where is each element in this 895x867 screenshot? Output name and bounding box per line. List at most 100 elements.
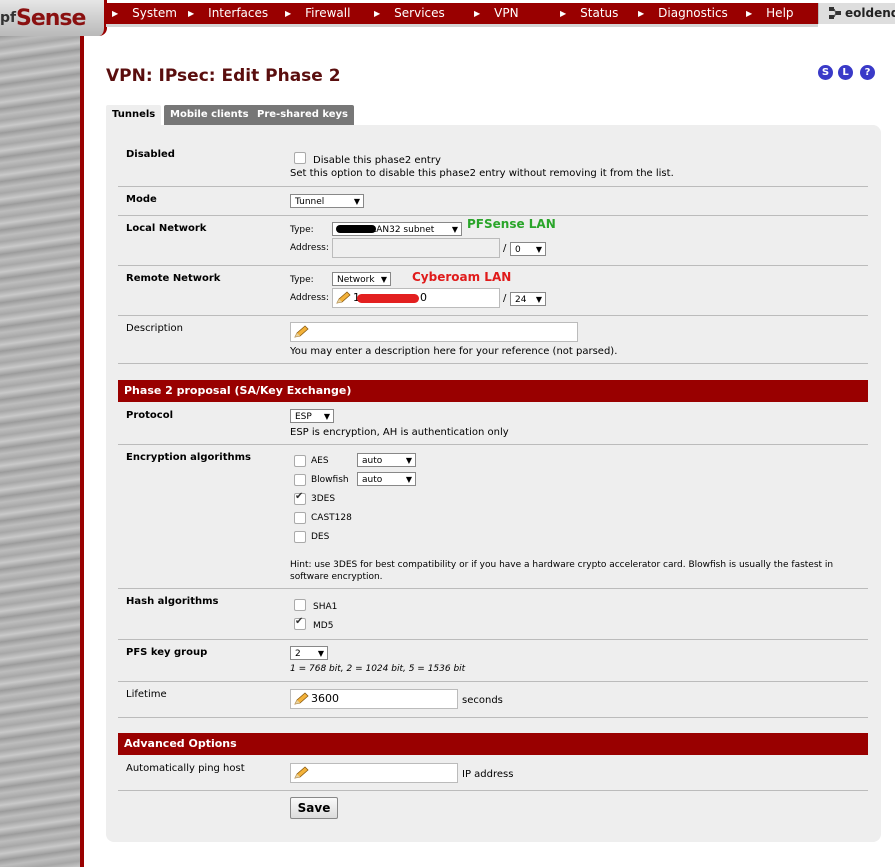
decorative-sidebar [0,36,80,867]
protocol-hint: ESP is encryption, AH is authentication … [290,427,509,438]
help-icon[interactable]: ? [860,65,875,80]
3des-label: 3DES [311,494,336,504]
local-mask-select[interactable]: 0 ▼ [510,242,546,256]
remote-mask-select[interactable]: 24 ▼ [510,292,546,306]
lifetime-unit: seconds [462,695,503,706]
hash-label: Hash algorithms [126,596,219,607]
network-icon [829,7,841,19]
hostname: eoldend [845,6,895,20]
cast128-label: CAST128 [311,513,352,523]
chevron-right-icon: ▶ [285,9,292,18]
pfs-hint: 1 = 768 bit, 2 = 1024 bit, 5 = 1536 bit [290,664,466,674]
remote-address-label: Address: [290,293,329,303]
disable-hint: Set this option to disable this phase2 e… [290,168,674,179]
disabled-label: Disabled [126,149,175,160]
local-type-label: Type: [290,225,314,235]
nav-diagnostics[interactable]: ▶ Diagnostics [638,6,728,20]
divider [118,588,868,589]
cyberoam-lan-annotation: Cyberoam LAN [412,270,512,284]
pfsense-lan-annotation: PFSense LAN [467,217,556,231]
pfsense-logo[interactable]: pf Sense [0,0,107,36]
cast128-checkbox[interactable] [294,512,306,524]
mode-select[interactable]: Tunnel ▼ [290,194,364,208]
log-icon[interactable]: L [838,65,853,80]
nav-system[interactable]: ▶ System [112,6,177,20]
chevron-down-icon: ▼ [317,649,324,658]
pfs-label: PFS key group [126,647,208,658]
logo-text: Sense [16,6,86,31]
protocol-select[interactable]: ESP ▼ [290,409,334,423]
sha1-checkbox[interactable] [294,599,306,611]
remote-network-label: Remote Network [126,273,221,284]
top-bar: pf Sense ▶ System ▶ Interfaces ▶ Firewall ▶… [0,0,895,36]
des-label: DES [311,532,330,542]
redaction-mark [357,294,419,303]
chevron-right-icon: ▶ [474,9,481,18]
3des-checkbox[interactable] [294,491,306,505]
chevron-down-icon: ▼ [535,295,542,304]
sidebar-edge [80,36,84,867]
disable-checkbox-label: Disable this phase2 entry [313,155,441,166]
nav-interfaces[interactable]: ▶ Interfaces [188,6,268,20]
blowfish-label: Blowfish [311,475,349,485]
divider [118,265,868,266]
disable-checkbox[interactable] [294,152,306,164]
aes-checkbox[interactable] [294,455,306,467]
md5-label: MD5 [313,621,334,631]
encryption-hint-2: software encryption. [290,572,383,582]
description-label: Description [126,323,183,334]
status-icon[interactable]: S [818,65,833,80]
chevron-right-icon: ▶ [560,9,567,18]
ping-unit: IP address [462,769,514,780]
nav-help[interactable]: ▶ Help [746,6,794,20]
pencil-icon [294,766,309,779]
pencil-icon [294,692,309,705]
protocol-label: Protocol [126,410,174,421]
nav-vpn[interactable]: ▶ VPN [474,6,519,20]
lifetime-input[interactable]: 3600 [290,689,458,709]
local-address-label: Address: [290,243,329,253]
nav-firewall[interactable]: ▶ Firewall [285,6,350,20]
tab-tunnels[interactable]: Tunnels [106,105,162,125]
sha1-label: SHA1 [313,602,338,612]
md5-checkbox[interactable] [294,616,306,630]
chevron-right-icon: ▶ [112,9,119,18]
save-button[interactable]: Save [290,797,338,819]
blowfish-keylen-select[interactable]: auto ▼ [357,472,416,486]
chevron-down-icon: ▼ [353,197,360,206]
divider [118,790,868,791]
divider [118,639,868,640]
local-slash: / [503,243,507,254]
hostname-box[interactable]: eoldend [818,3,895,24]
chevron-right-icon: ▶ [374,9,381,18]
phase2-section-header: Phase 2 proposal (SA/Key Exchange) [118,380,868,402]
chevron-right-icon: ▶ [188,9,195,18]
remote-slash: / [503,293,507,304]
encryption-hint-1: Hint: use 3DES for best compatibility or… [290,560,834,570]
tab-mobile-clients[interactable]: Mobile clients [164,105,255,125]
encryption-label: Encryption algorithms [126,452,251,463]
blowfish-checkbox[interactable] [294,474,306,486]
chevron-down-icon: ▼ [535,245,542,254]
des-checkbox[interactable] [294,531,306,543]
pfs-select[interactable]: 2 ▼ [290,646,328,660]
logo-prefix: pf [0,10,17,26]
nav-status[interactable]: ▶ Status [560,6,618,20]
tab-pre-shared-keys[interactable]: Pre-shared keys [251,105,355,125]
description-input[interactable] [290,322,578,342]
local-address-input[interactable] [332,238,500,258]
mode-label: Mode [126,194,157,205]
chevron-down-icon: ▼ [323,412,330,421]
divider [118,717,868,718]
main-nav: ▶ System ▶ Interfaces ▶ Firewall ▶ Services … [106,3,818,27]
divider [118,315,868,316]
divider [118,215,868,216]
chevron-right-icon: ▶ [746,9,753,18]
chevron-down-icon: ▼ [405,475,412,484]
nav-services[interactable]: ▶ Services [374,6,445,20]
remote-type-select[interactable]: Network ▼ [332,272,391,286]
aes-keylen-select[interactable]: auto ▼ [357,453,416,467]
remote-type-label: Type: [290,275,314,285]
ping-host-input[interactable] [290,763,458,783]
chevron-down-icon: ▼ [405,456,412,465]
